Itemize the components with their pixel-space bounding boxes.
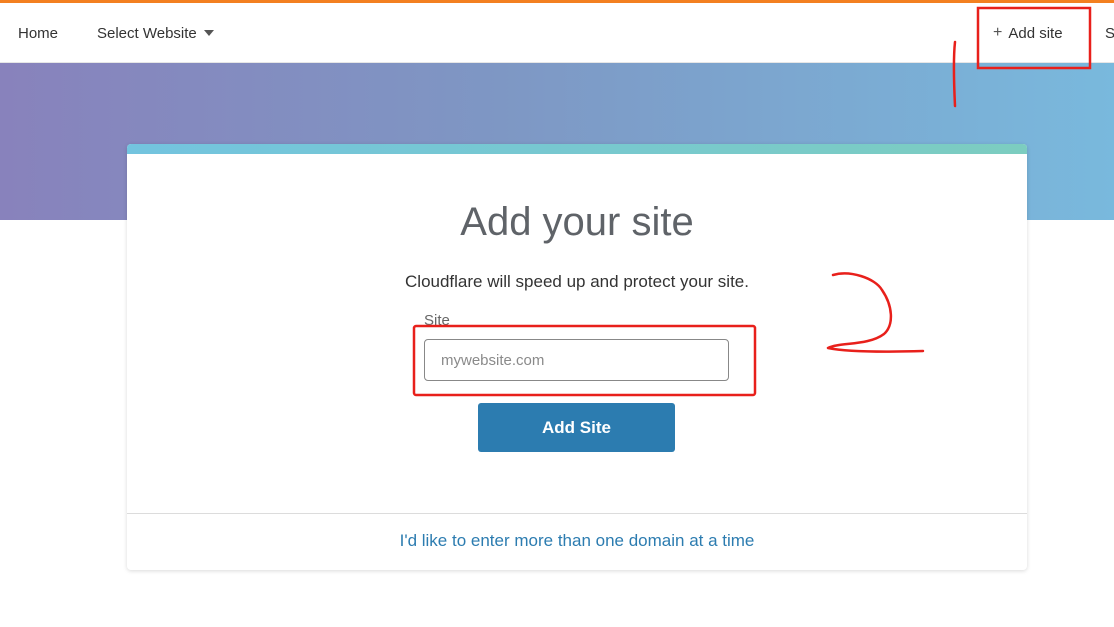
- caret-down-icon: [203, 30, 214, 36]
- site-field-label: Site: [424, 312, 450, 329]
- nav-home-link[interactable]: Home: [18, 3, 58, 63]
- nav-truncated-item[interactable]: S: [1105, 3, 1114, 63]
- site-input[interactable]: [424, 339, 729, 381]
- card-divider: [127, 513, 1027, 514]
- card-accent-stripe: [127, 144, 1027, 154]
- top-navbar: Home Select Website + Add site S: [0, 3, 1114, 63]
- add-site-card: Add your site Cloudflare will speed up a…: [127, 144, 1027, 570]
- nav-add-site-button[interactable]: + Add site: [993, 3, 1063, 63]
- nav-add-site-label: Add site: [1008, 24, 1063, 42]
- select-website-label: Select Website: [97, 24, 197, 42]
- nav-truncated-label: S: [1105, 24, 1114, 42]
- nav-home-label: Home: [18, 24, 59, 42]
- plus-icon: +: [993, 24, 1003, 41]
- multi-domain-link[interactable]: I'd like to enter more than one domain a…: [127, 531, 1027, 551]
- card-subtitle: Cloudflare will speed up and protect you…: [405, 272, 749, 291]
- page-title: Add your site: [460, 200, 694, 244]
- select-website-dropdown[interactable]: Select Website: [97, 3, 214, 63]
- add-site-submit-button[interactable]: Add Site: [478, 403, 675, 452]
